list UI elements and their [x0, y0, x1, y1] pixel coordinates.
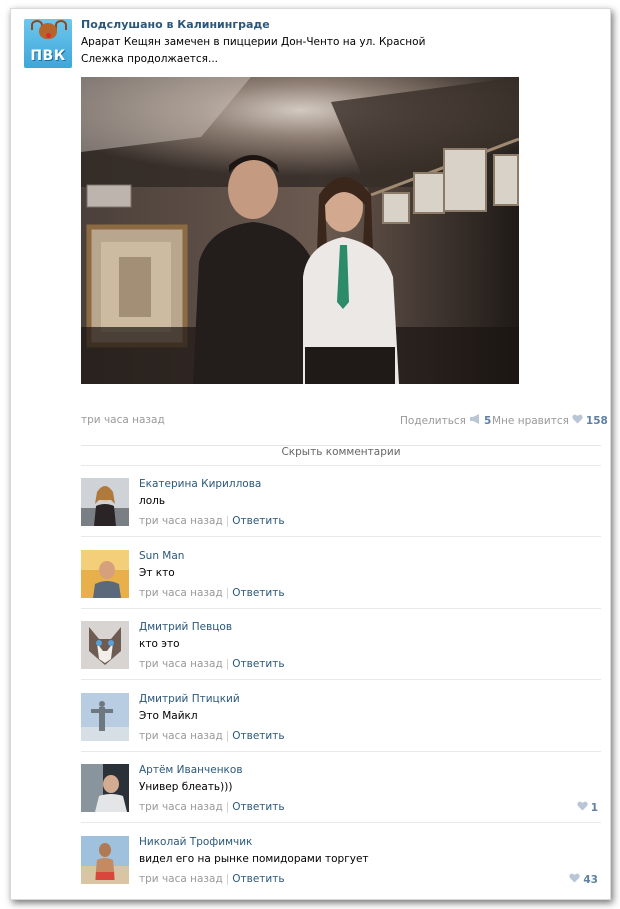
hide-comments-link[interactable]: Скрыть комментарии — [81, 445, 601, 458]
comment-time[interactable]: три часа назад — [139, 515, 223, 527]
comment-time[interactable]: три часа назад — [139, 658, 223, 670]
separator: | — [225, 587, 230, 599]
comment-item: Екатерина Кириллова лоль три часа назад |… — [81, 466, 601, 537]
comment-item: Дмитрий Птицкий Это Майкл три часа назад… — [81, 681, 601, 752]
comment-like-count: 43 — [583, 873, 598, 886]
like-label: Мне нравится — [492, 414, 569, 427]
avatar[interactable] — [81, 836, 129, 884]
comment-meta: три часа назад | Ответить — [139, 587, 285, 599]
comment-item: Sun Man Эт кто три часа назад | Ответить — [81, 538, 601, 609]
share-label: Поделиться — [400, 414, 466, 427]
reply-link[interactable]: Ответить — [232, 587, 284, 599]
comment-time[interactable]: три часа назад — [139, 587, 223, 599]
divider — [81, 822, 601, 823]
comment-author[interactable]: Дмитрий Птицкий — [139, 693, 240, 705]
comment-author[interactable]: Sun Man — [139, 550, 184, 562]
heart-icon — [569, 873, 581, 886]
avatar[interactable] — [81, 621, 129, 669]
reply-link[interactable]: Ответить — [232, 730, 284, 742]
comment-text: видел его на рынке помидорами торгует — [139, 853, 369, 865]
comment-meta: три часа назад | Ответить — [139, 658, 285, 670]
comment-text: кто это — [139, 638, 180, 650]
comment-text: лоль — [139, 495, 166, 507]
separator: | — [225, 658, 230, 670]
comment-author[interactable]: Артём Иванченков — [139, 764, 243, 776]
avatar[interactable] — [81, 764, 129, 812]
reply-link[interactable]: Ответить — [232, 515, 284, 527]
comment-item: Артём Иванченков Универ блеать))) три ча… — [81, 752, 601, 823]
comment-text: Эт кто — [139, 567, 175, 579]
like-count: 158 — [585, 414, 608, 427]
post-photo[interactable] — [81, 77, 519, 384]
divider — [81, 679, 601, 680]
separator: | — [225, 873, 230, 885]
comment-author[interactable]: Дмитрий Певцов — [139, 621, 232, 633]
comment-text: Универ блеать))) — [139, 781, 233, 793]
avatar[interactable] — [81, 693, 129, 741]
comment-meta: три часа назад | Ответить — [139, 801, 285, 813]
group-avatar[interactable]: ПВК — [24, 19, 72, 68]
deer-nose — [46, 33, 51, 38]
comment-like-button[interactable]: 1 — [577, 801, 598, 814]
comment-time[interactable]: три часа назад — [139, 801, 223, 813]
comment-text: Это Майкл — [139, 710, 198, 722]
comment-time[interactable]: три часа назад — [139, 873, 223, 885]
reply-link[interactable]: Ответить — [232, 801, 284, 813]
post-text-line-1: Арарат Кещян замечен в пиццерии Дон-Чент… — [81, 36, 426, 48]
comment-meta: три часа назад | Ответить — [139, 730, 285, 742]
reply-link[interactable]: Ответить — [232, 873, 284, 885]
heart-icon — [577, 801, 588, 814]
share-button[interactable]: Поделиться 5 — [400, 414, 491, 427]
separator: | — [225, 515, 230, 527]
comment-author[interactable]: Екатерина Кириллова — [139, 478, 261, 490]
comment-item: Дмитрий Певцов кто это три часа назад | От… — [81, 609, 601, 680]
reply-link[interactable]: Ответить — [232, 658, 284, 670]
avatar[interactable] — [81, 550, 129, 598]
comment-author[interactable]: Николай Трофимчик — [139, 836, 252, 848]
post-time[interactable]: три часа назад — [81, 414, 165, 426]
group-avatar-text: ПВК — [30, 48, 66, 64]
share-count: 5 — [483, 414, 492, 427]
comment-time[interactable]: три часа назад — [139, 730, 223, 742]
divider — [81, 536, 601, 537]
comment-meta: три часа назад | Ответить — [139, 515, 285, 527]
comment-meta: три часа назад | Ответить — [139, 873, 285, 885]
separator: | — [225, 730, 230, 742]
group-name-link[interactable]: Подслушано в Калининграде — [81, 18, 270, 31]
like-button[interactable]: Мне нравится 158 — [492, 414, 608, 427]
comment-like-count: 1 — [590, 801, 598, 814]
separator: | — [225, 801, 230, 813]
comment-like-button[interactable]: 43 — [569, 873, 598, 886]
hide-comments-label: Скрыть комментарии — [281, 446, 401, 458]
avatar[interactable] — [81, 478, 129, 526]
megaphone-icon — [469, 414, 481, 427]
heart-icon — [572, 414, 583, 427]
post-card: ПВК Подслушано в Калининграде Арарат Кещ… — [10, 8, 611, 900]
post-text-line-2: Слежка продолжается... — [81, 53, 218, 65]
comment-item: Николай Трофимчик видел его на рынке пом… — [81, 824, 601, 894]
